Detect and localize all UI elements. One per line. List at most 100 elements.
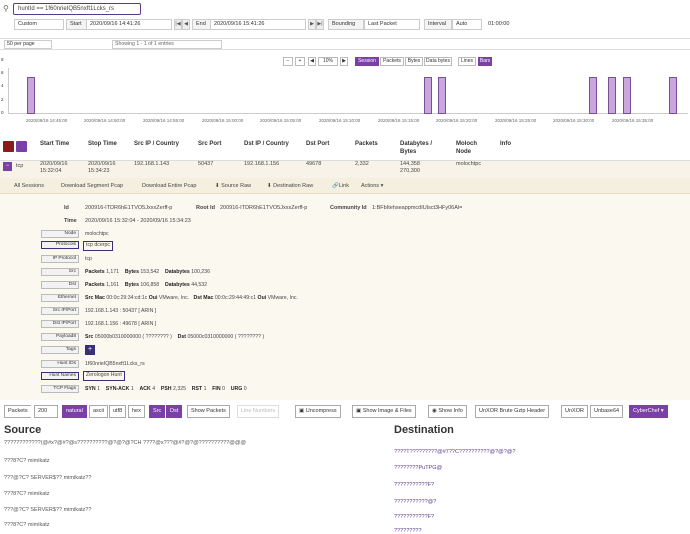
timeline-bar[interactable] [424,77,432,114]
hunt-names-field-label[interactable]: Hunt Names [41,372,79,380]
end-last-button[interactable]: ▶| [316,19,324,30]
timeline-bar[interactable] [27,77,35,114]
column-settings-icon[interactable] [3,141,14,152]
row-src-port[interactable]: 50437 [198,161,213,168]
ethernet-value[interactable]: Src Mac 00:0c:29:34:cd:1c Oui VMware, In… [85,294,298,302]
pan-left-button[interactable]: ◀ [308,57,316,66]
node-field-label[interactable]: Node [41,230,79,238]
payload8-field-label[interactable]: Payload8 [41,333,79,341]
show-images-label: Show Image & Files [362,408,412,414]
src-ip-port-value[interactable]: 192.168.1.143 : 50437 [ ARIN ] [85,307,156,315]
per-page-select[interactable]: 50 per page [4,40,52,49]
unbase64-button[interactable]: Unbase64 [590,405,624,418]
pan-right-button[interactable]: ▶ [340,57,348,66]
end-time-input[interactable]: 2020/09/16 15:41:26 [210,19,306,30]
graph-type-bytes[interactable]: Bytes [405,57,423,66]
zoom-in-button[interactable]: + [295,57,305,66]
unxor-brute-gzip-button[interactable]: UnXOR Brute Gzip Header [475,405,550,418]
source-raw-link[interactable]: ⬇ Source Raw [215,183,251,190]
view-hex-button[interactable]: hex [128,405,145,418]
graph-type-session[interactable]: Session [355,57,379,66]
show-packets-button[interactable]: Show Packets [187,405,230,418]
unxor-button[interactable]: UnXOR [561,405,588,418]
timeline-bar[interactable] [589,77,597,114]
bounding-select[interactable]: Last Packet [364,19,420,30]
zoom-out-button[interactable]: − [283,57,293,66]
start-prev-button[interactable]: ◀ [182,19,190,30]
actions-dropdown[interactable]: Actions ▾ [361,183,383,190]
graph-type-databytes[interactable]: Data bytes [424,57,452,66]
timeline-bar[interactable] [608,77,616,114]
col-moloch-node[interactable]: Moloch Node [456,140,490,156]
destination-raw-link[interactable]: ⬇ Destination Raw [267,183,313,190]
col-info[interactable]: Info [500,140,530,148]
line-numbers-button[interactable]: Line Numbers [237,405,280,418]
show-info-button[interactable]: ◉ Show Info [428,405,467,418]
ip-protocol-field-label[interactable]: IP Protocol [41,255,79,263]
all-sessions-link[interactable]: All Sessions [14,183,44,190]
packets-count-select[interactable]: 200 [34,405,58,418]
col-packets[interactable]: Packets [355,140,395,148]
start-first-button[interactable]: |◀ [174,19,182,30]
view-utf8-button[interactable]: utf8 [109,405,127,418]
hunt-names-value[interactable]: Zerologon Hunt [83,371,125,381]
col-dst-port[interactable]: Dst Port [306,140,346,148]
node-value[interactable]: molochtpc [85,230,109,238]
interval-select[interactable]: Auto [452,19,482,30]
payload8-value[interactable]: Src 05000b0310000000 ( ???????? ) Dst 05… [85,333,264,341]
show-info-label: Show Info [438,408,463,414]
col-src-port[interactable]: Src Port [198,140,242,148]
show-images-files-button[interactable]: ▣ Show Image & Files [352,405,416,418]
link-button[interactable]: 🔗Link [332,183,349,190]
show-src-button[interactable]: Src [149,405,166,418]
tags-field-label[interactable]: Tags [41,346,79,354]
timeline-bar[interactable] [438,77,446,114]
uncompress-button[interactable]: ▣ Uncompress [295,405,341,418]
timeline-bar[interactable] [623,77,631,114]
start-time-input[interactable]: 2020/09/16 14:41:26 [86,19,172,30]
col-src-ip[interactable]: Src IP / Country [134,140,194,148]
hunt-ids-field-label[interactable]: Hunt IDs [41,360,79,368]
series-type-lines[interactable]: Lines [458,57,476,66]
col-stop-time[interactable]: Stop Time [88,140,134,148]
row-node[interactable]: molochtpc [456,161,481,168]
download-segment-pcap-link[interactable]: Download Segment Pcap [61,183,123,190]
dst-ip-port-value[interactable]: 192.168.1.156 : 49678 [ ARIN ] [85,320,156,328]
download-entire-pcap-link[interactable]: Download Entire Pcap [142,183,196,190]
dst-field-label[interactable]: Dst [41,281,79,289]
expand-row-button[interactable]: − [3,162,12,171]
graph-type-packets[interactable]: Packets [380,57,404,66]
row-dst-port[interactable]: 49678 [306,161,321,168]
row-src-ip[interactable]: 192.168.1.143 [134,161,169,168]
show-dst-button[interactable]: Dst [166,405,183,418]
time-range-select[interactable]: Custom [14,19,64,30]
column-visibility-icon[interactable] [16,141,27,152]
zoom-level-select[interactable]: 10% [318,57,338,66]
tcp-flags-field-label[interactable]: TCP Flags [41,385,79,393]
protocols-value[interactable]: tcp dcerpc [83,241,113,251]
ip-protocol-value[interactable]: tcp [85,255,92,263]
src-field-label[interactable]: Src [41,268,79,276]
view-ascii-button[interactable]: ascii [89,405,109,418]
timeline-bar[interactable] [669,77,677,114]
search-input[interactable]: huntId == 1f60nrieIQB5nxft1Lcks_rs [13,3,141,15]
src-ip-port-field-label[interactable]: Src IP/Port [41,307,79,315]
dst-ip-port-field-label[interactable]: Dst IP/Port [41,320,79,328]
col-databytes[interactable]: Databytes / Bytes [400,140,448,156]
col-start-time[interactable]: Start Time [40,140,86,148]
ethernet-field-label[interactable]: Ethernet [41,294,79,302]
add-tag-button[interactable]: + [85,345,95,355]
row-dst-ip[interactable]: 192.168.1.156 [244,161,279,168]
end-next-button[interactable]: ▶ [308,19,316,30]
col-dst-ip[interactable]: Dst IP / Country [244,140,306,148]
timeline-graph[interactable] [8,68,688,114]
protocols-field-label[interactable]: Protocols [41,241,79,249]
destination-line: ????????? [394,528,422,534]
community-id-value[interactable]: 1:BFbItehseappmcdIUlsct3HFy06Al= [372,205,462,212]
cyberchef-label: CyberChef [633,408,660,414]
cyberchef-button[interactable]: CyberChef ▾ [629,405,668,418]
series-type-bars[interactable]: Bars [478,57,492,66]
y-tick: 2 [1,97,4,102]
view-natural-button[interactable]: natural [62,405,87,418]
hunt-ids-value[interactable]: 1f60nrieIQB5nxft1Lcks_rs [85,360,145,368]
